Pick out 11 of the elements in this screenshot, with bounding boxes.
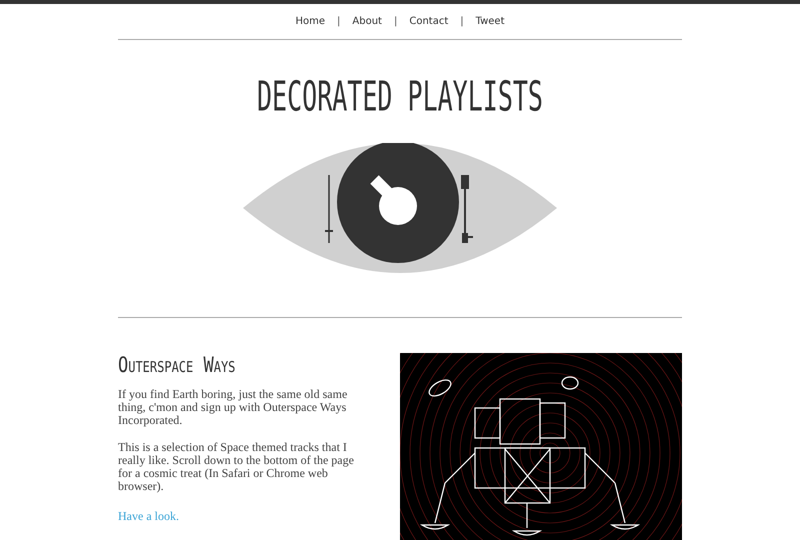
section-heading: Outerspace Ways: [118, 353, 236, 378]
nav-separator: |: [460, 16, 464, 27]
nav-separator: |: [394, 16, 398, 27]
nav-link[interactable]: Tweet: [476, 16, 504, 27]
nav-link[interactable]: About: [352, 16, 382, 27]
site-title: DECORATED PLAYLISTS: [257, 76, 543, 123]
nav-link[interactable]: Contact: [409, 16, 448, 27]
nav-link[interactable]: Home: [296, 16, 326, 27]
paragraph: If you find Earth boring, just the same old same thing, c'mon and sign up with Outerspace Ways Incorporated.: [118, 388, 348, 427]
paragraph: This is a selection of Space themed tracks that I really like. Scroll down to the bottom of the page for a cosmic treat (In Safari or Chrome web browser).: [118, 441, 355, 493]
nav-separator: |: [337, 16, 340, 27]
